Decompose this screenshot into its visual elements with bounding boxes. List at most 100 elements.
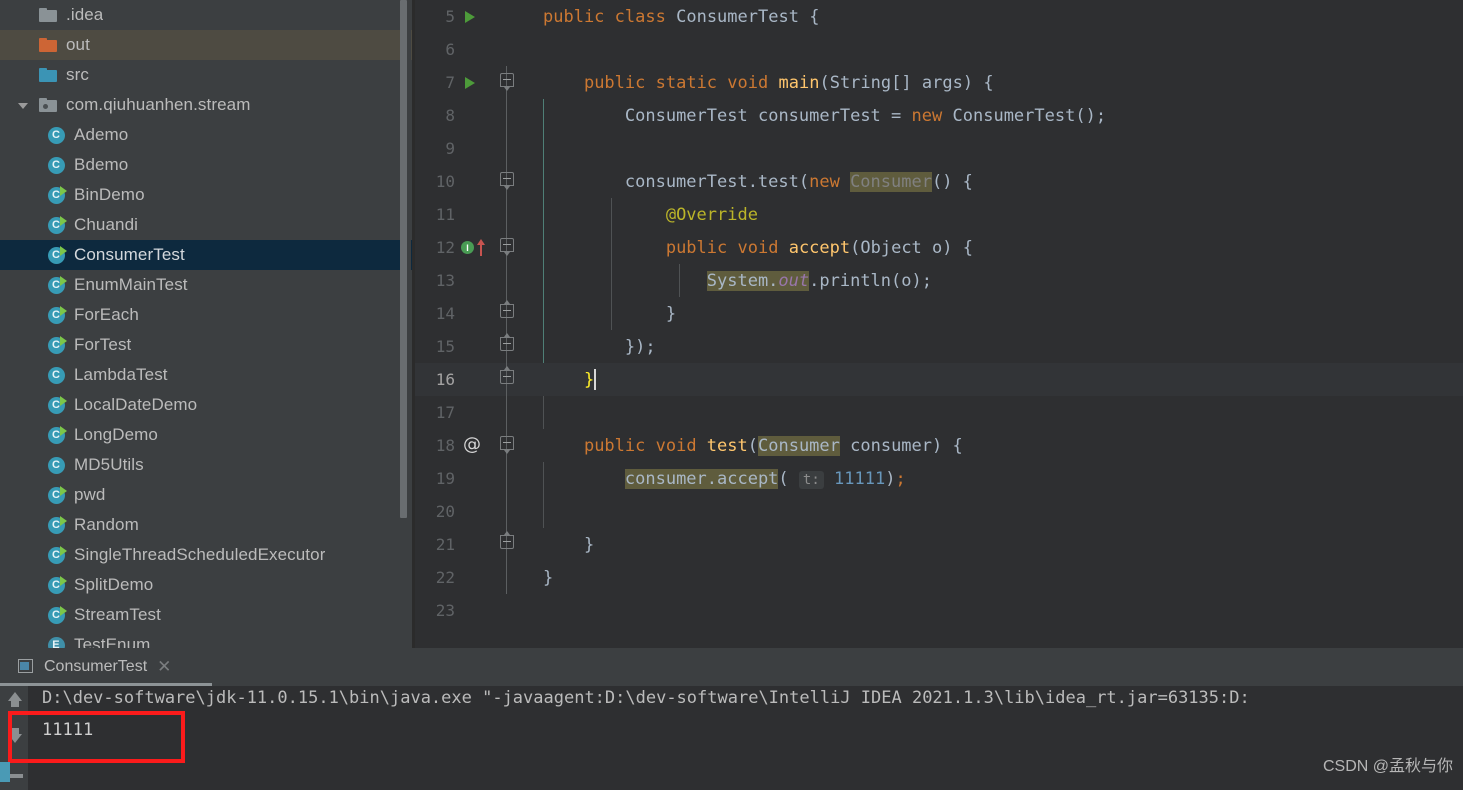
code-line-19[interactable]: 19 consumer.accept( t: 11111); bbox=[415, 462, 1463, 495]
fold-gutter[interactable] bbox=[489, 99, 529, 132]
gutter-icons[interactable] bbox=[459, 330, 489, 363]
gutter-icons[interactable] bbox=[459, 396, 489, 429]
code-text[interactable]: System.out.println(o); bbox=[529, 270, 932, 291]
code-text[interactable]: public void accept(Object o) { bbox=[529, 238, 973, 258]
code-editor[interactable]: 5 public class ConsumerTest {6 7 public st… bbox=[415, 0, 1463, 648]
tree-item-lambdatest[interactable]: C LambdaTest bbox=[0, 360, 414, 390]
code-line-20[interactable]: 20 bbox=[415, 495, 1463, 528]
gutter-icons[interactable] bbox=[459, 33, 489, 66]
tree-item-singlethreadscheduledexecutor[interactable]: C SingleThreadScheduledExecutor bbox=[0, 540, 414, 570]
code-line-15[interactable]: 15 }); bbox=[415, 330, 1463, 363]
fold-collapse-icon[interactable] bbox=[500, 366, 514, 384]
code-text[interactable]: } bbox=[529, 535, 594, 555]
overriding-method-icon[interactable] bbox=[476, 239, 485, 256]
fold-gutter[interactable] bbox=[489, 66, 529, 99]
gutter-icons[interactable] bbox=[459, 495, 489, 528]
console-output-area[interactable]: D:\dev-software\jdk-11.0.15.1\bin\java.e… bbox=[28, 686, 1463, 790]
code-line-5[interactable]: 5 public class ConsumerTest { bbox=[415, 0, 1463, 33]
code-line-10[interactable]: 10 consumerTest.test(new Consumer() { bbox=[415, 165, 1463, 198]
run-gutter-icon[interactable] bbox=[465, 77, 475, 89]
gutter-icons[interactable] bbox=[459, 297, 489, 330]
tree-item-bdemo[interactable]: C Bdemo bbox=[0, 150, 414, 180]
code-lines-container[interactable]: 5 public class ConsumerTest {6 7 public st… bbox=[415, 0, 1463, 627]
code-text[interactable]: @Override bbox=[529, 205, 758, 225]
code-text[interactable]: consumer.accept( t: 11111); bbox=[529, 468, 906, 489]
scroll-down-icon[interactable] bbox=[8, 728, 22, 743]
tree-item-bindemo[interactable]: C BinDemo bbox=[0, 180, 414, 210]
scroll-up-icon[interactable] bbox=[8, 692, 22, 707]
code-text[interactable]: } bbox=[529, 304, 676, 324]
fold-collapse-icon[interactable] bbox=[500, 531, 514, 549]
fold-gutter[interactable] bbox=[489, 132, 529, 165]
code-line-16[interactable]: 16 } bbox=[415, 363, 1463, 396]
fold-gutter[interactable] bbox=[489, 0, 529, 33]
run-tab-consumertest[interactable]: ConsumerTest ✕ bbox=[12, 649, 181, 685]
gutter-icons[interactable] bbox=[459, 561, 489, 594]
fold-gutter[interactable] bbox=[489, 429, 529, 462]
annotation-gutter-icon[interactable]: @ bbox=[463, 434, 481, 455]
gutter-icons[interactable] bbox=[459, 363, 489, 396]
code-text[interactable]: public void test(Consumer consumer) { bbox=[529, 435, 963, 456]
code-text[interactable]: public static void main(String[] args) { bbox=[529, 73, 994, 93]
fold-collapse-icon[interactable] bbox=[500, 172, 514, 190]
gutter-icons[interactable] bbox=[459, 66, 489, 99]
project-tree-panel[interactable]: .idea out src com.qiuhuanhen.stream C Ademo C B… bbox=[0, 0, 414, 648]
tree-item-consumertest[interactable]: C ConsumerTest bbox=[0, 240, 414, 270]
tree-item-md5utils[interactable]: C MD5Utils bbox=[0, 450, 414, 480]
code-line-21[interactable]: 21 } bbox=[415, 528, 1463, 561]
gutter-icons[interactable] bbox=[459, 462, 489, 495]
fold-gutter[interactable] bbox=[489, 363, 529, 396]
gutter-icons[interactable] bbox=[459, 165, 489, 198]
fold-gutter[interactable] bbox=[489, 561, 529, 594]
code-text[interactable]: } bbox=[529, 369, 597, 390]
fold-gutter[interactable] bbox=[489, 594, 529, 627]
tree-item-fortest[interactable]: C ForTest bbox=[0, 330, 414, 360]
tree-item-longdemo[interactable]: C LongDemo bbox=[0, 420, 414, 450]
fold-gutter[interactable] bbox=[489, 165, 529, 198]
tree-item-localdatedemo[interactable]: C LocalDateDemo bbox=[0, 390, 414, 420]
gutter-icons[interactable] bbox=[459, 0, 489, 33]
fold-gutter[interactable] bbox=[489, 396, 529, 429]
code-line-11[interactable]: 11 @Override bbox=[415, 198, 1463, 231]
code-line-14[interactable]: 14 } bbox=[415, 297, 1463, 330]
code-line-22[interactable]: 22} bbox=[415, 561, 1463, 594]
tree-item-random[interactable]: C Random bbox=[0, 510, 414, 540]
tree-item-foreach[interactable]: C ForEach bbox=[0, 300, 414, 330]
gutter-icons[interactable] bbox=[459, 594, 489, 627]
code-text[interactable]: consumerTest.test(new Consumer() { bbox=[529, 171, 973, 192]
tree-item--idea[interactable]: .idea bbox=[0, 0, 414, 30]
fold-gutter[interactable] bbox=[489, 264, 529, 297]
gutter-icons[interactable] bbox=[459, 99, 489, 132]
gutter-icons[interactable]: @ bbox=[459, 429, 489, 462]
code-line-17[interactable]: 17 bbox=[415, 396, 1463, 429]
gutter-icons[interactable] bbox=[459, 132, 489, 165]
code-line-18[interactable]: 18 @ public void test(Consumer consumer) … bbox=[415, 429, 1463, 462]
fold-gutter[interactable] bbox=[489, 330, 529, 363]
implementing-method-icon[interactable]: I bbox=[461, 241, 474, 254]
tree-item-enummaintest[interactable]: C EnumMainTest bbox=[0, 270, 414, 300]
tree-item-pwd[interactable]: Cpwd bbox=[0, 480, 414, 510]
fold-collapse-icon[interactable] bbox=[500, 333, 514, 351]
code-line-9[interactable]: 9 bbox=[415, 132, 1463, 165]
tree-item-out[interactable]: out bbox=[0, 30, 414, 60]
close-icon[interactable]: ✕ bbox=[157, 657, 171, 677]
gutter-icons[interactable] bbox=[459, 528, 489, 561]
fold-collapse-icon[interactable] bbox=[500, 300, 514, 318]
chevron-down-icon[interactable] bbox=[10, 101, 36, 109]
fold-gutter[interactable] bbox=[489, 33, 529, 66]
code-text[interactable]: ConsumerTest consumerTest = new Consumer… bbox=[529, 106, 1106, 126]
tree-item-streamtest[interactable]: C StreamTest bbox=[0, 600, 414, 630]
code-text[interactable]: public class ConsumerTest { bbox=[529, 7, 819, 27]
tree-item-chuandi[interactable]: C Chuandi bbox=[0, 210, 414, 240]
code-line-23[interactable]: 23 bbox=[415, 594, 1463, 627]
sidebar-scrollbar-thumb[interactable] bbox=[400, 0, 407, 518]
gutter-icons[interactable] bbox=[459, 198, 489, 231]
run-gutter-icon[interactable] bbox=[465, 11, 475, 23]
fold-gutter[interactable] bbox=[489, 462, 529, 495]
gutter-icons[interactable] bbox=[459, 264, 489, 297]
code-text[interactable]: }); bbox=[529, 337, 656, 357]
tree-item-testenum[interactable]: E TestEnum bbox=[0, 630, 414, 648]
fold-gutter[interactable] bbox=[489, 198, 529, 231]
tree-item-splitdemo[interactable]: C SplitDemo bbox=[0, 570, 414, 600]
project-tree-list[interactable]: .idea out src com.qiuhuanhen.stream C Ademo C B… bbox=[0, 0, 414, 648]
